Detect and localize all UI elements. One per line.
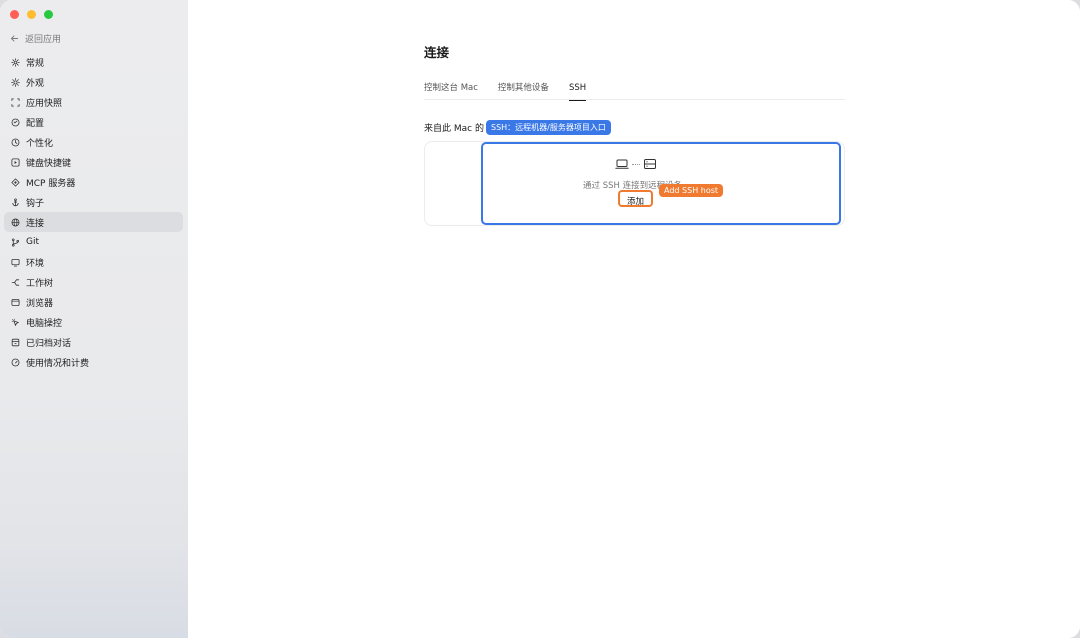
- sidebar-item-browser[interactable]: 浏览器: [4, 292, 183, 312]
- sidebar-item-label: 外观: [26, 78, 45, 89]
- sidebar-item-label: 连接: [26, 218, 45, 229]
- anchor-icon: [12, 197, 19, 206]
- close-window-button[interactable]: [10, 10, 19, 19]
- sidebar-item-general[interactable]: 常规: [4, 52, 183, 72]
- sidebar-item-archived-chats[interactable]: 已归档对话: [4, 332, 183, 352]
- minimize-window-button[interactable]: [27, 10, 36, 19]
- archive-icon: [11, 338, 20, 346]
- browser-icon: [11, 298, 20, 306]
- sidebar-item-git[interactable]: Git: [4, 232, 183, 252]
- sidebar-item-label: 环境: [26, 258, 45, 269]
- tab-control-other-devices[interactable]: 控制其他设备: [498, 80, 549, 100]
- sidebar-item-personalize[interactable]: 个性化: [4, 132, 183, 152]
- sidebar-item-label: 浏览器: [26, 298, 54, 309]
- connection-tabs: 控制这台 Mac 控制其他设备 SSH: [424, 80, 845, 101]
- ssh-annotation-tag: SSH：远程机器/服务器项目入口: [486, 120, 611, 135]
- monitor-icon: [11, 258, 20, 267]
- sidebar: 返回应用 常规 外观 应用快照 配置 个性化 键盘快捷键 MCP 服务器 钩子 …: [0, 0, 188, 638]
- add-ssh-host-button[interactable]: 添加: [618, 190, 653, 207]
- personalize-icon: [11, 138, 20, 146]
- sidebar-item-worktree[interactable]: 工作树: [4, 272, 183, 292]
- back-to-app-link[interactable]: 返回应用: [10, 32, 61, 45]
- laptop-icon: [615, 159, 629, 169]
- cursor-icon: [11, 318, 20, 326]
- arrow-left-icon: [10, 35, 19, 42]
- sidebar-item-label: 个性化: [26, 138, 54, 149]
- gauge-icon: [11, 358, 20, 366]
- add-ssh-host-annotation-tag: Add SSH host: [659, 184, 724, 197]
- sidebar-item-label: 工作树: [26, 278, 54, 289]
- git-branch-icon: [11, 237, 20, 247]
- sidebar-item-keyboard-shortcuts[interactable]: 键盘快捷键: [4, 152, 183, 172]
- sidebar-item-label: 钩子: [26, 198, 45, 209]
- sidebar-item-label: 应用快照: [26, 98, 63, 109]
- sidebar-item-config[interactable]: 配置: [4, 112, 183, 132]
- sidebar-item-label: 常规: [26, 58, 45, 69]
- sidebar-item-environment[interactable]: 环境: [4, 252, 183, 272]
- sun-icon: [11, 77, 20, 87]
- settings-nav: 常规 外观 应用快照 配置 个性化 键盘快捷键 MCP 服务器 钩子 连接 Gi…: [4, 52, 183, 372]
- server-icon: [644, 159, 656, 169]
- sidebar-item-computer-control[interactable]: 电脑操控: [4, 312, 183, 332]
- page-title: 连接: [424, 45, 450, 60]
- config-icon: [11, 118, 20, 126]
- worktree-icon: [11, 278, 20, 286]
- keyboard-icon: [11, 157, 20, 167]
- sidebar-item-label: 配置: [26, 118, 45, 129]
- sidebar-item-appearance[interactable]: 外观: [4, 72, 183, 92]
- tab-control-this-mac[interactable]: 控制这台 Mac: [424, 80, 478, 100]
- sidebar-item-label: MCP 服务器: [26, 178, 76, 189]
- sidebar-item-connections[interactable]: 连接: [4, 212, 183, 232]
- connection-dots: [632, 163, 640, 165]
- maximize-window-button[interactable]: [44, 10, 53, 19]
- mcp-icon: [11, 177, 20, 187]
- sidebar-item-mcp-servers[interactable]: MCP 服务器: [4, 172, 183, 192]
- sidebar-item-label: Git: [26, 237, 40, 247]
- back-label: 返回应用: [25, 35, 62, 45]
- sidebar-item-app-snapshot[interactable]: 应用快照: [4, 92, 183, 112]
- sidebar-item-usage-billing[interactable]: 使用情况和计费: [4, 352, 183, 372]
- settings-window: 返回应用 常规 外观 应用快照 配置 个性化 键盘快捷键 MCP 服务器 钩子 …: [0, 0, 1080, 638]
- tab-ssh[interactable]: SSH: [568, 80, 587, 101]
- sidebar-item-label: 已归档对话: [26, 338, 72, 349]
- sidebar-item-hooks[interactable]: 钩子: [4, 192, 183, 212]
- snapshot-icon: [11, 97, 20, 107]
- globe-icon: [11, 218, 20, 226]
- sidebar-item-label: 电脑操控: [26, 318, 63, 329]
- section-label: 来自此 Mac 的 S: [424, 124, 493, 134]
- gear-icon: [11, 57, 20, 67]
- window-controls: [10, 10, 53, 19]
- sidebar-item-label: 使用情况和计费: [26, 358, 90, 369]
- sidebar-item-label: 键盘快捷键: [26, 158, 72, 169]
- ssh-illustration: [615, 157, 657, 171]
